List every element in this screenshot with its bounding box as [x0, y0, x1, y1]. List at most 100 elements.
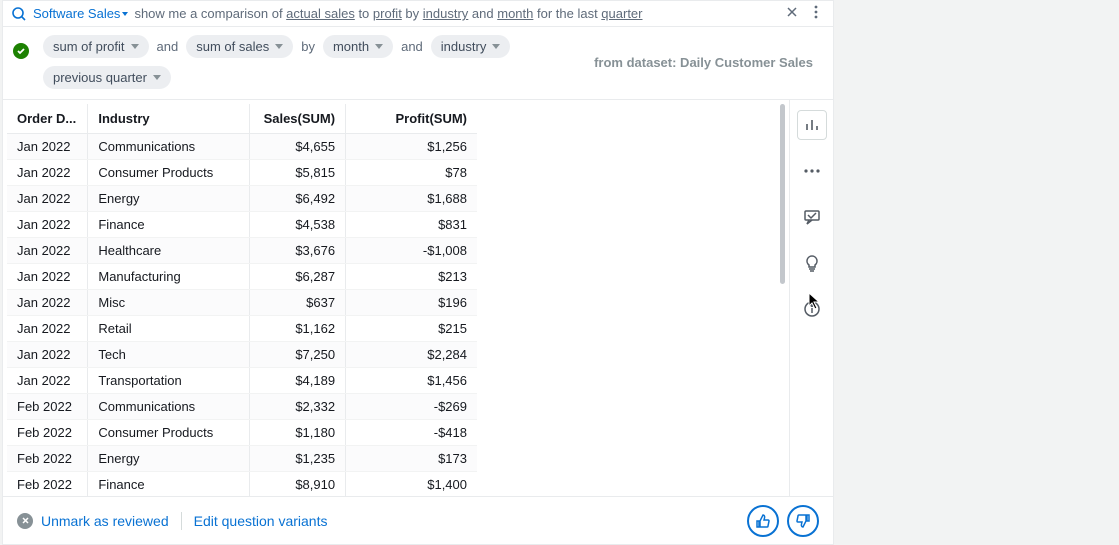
cell-profit: $2,284 — [346, 342, 477, 368]
table-row[interactable]: Jan 2022Finance$4,538$831 — [7, 212, 477, 238]
cell-sales: $4,189 — [250, 368, 346, 394]
clear-query-button[interactable] — [783, 5, 801, 22]
unmark-reviewed-link[interactable]: Unmark as reviewed — [41, 513, 169, 529]
col-industry[interactable]: Industry — [88, 104, 250, 134]
cell-profit: -$269 — [346, 394, 477, 420]
chevron-down-icon — [122, 12, 128, 16]
cell-industry: Energy — [88, 446, 250, 472]
cell-sales: $3,676 — [250, 238, 346, 264]
cell-sales: $6,287 — [250, 264, 346, 290]
table-row[interactable]: Jan 2022Misc$637$196 — [7, 290, 477, 316]
chevron-down-icon — [275, 44, 283, 49]
table-row[interactable]: Feb 2022Finance$8,910$1,400 — [7, 472, 477, 497]
divider — [181, 512, 182, 530]
chevron-down-icon — [153, 75, 161, 80]
interpretation-bar: sum of profit and sum of sales by month … — [3, 27, 833, 100]
answer-panel: Software Sales show me a comparison of a… — [2, 0, 834, 545]
feedback-button[interactable] — [797, 202, 827, 232]
table-row[interactable]: Jan 2022Communications$4,655$1,256 — [7, 134, 477, 160]
cell-industry: Communications — [88, 394, 250, 420]
cell-order-date: Jan 2022 — [7, 264, 88, 290]
review-footer: Unmark as reviewed Edit question variant… — [3, 496, 833, 544]
pill-industry[interactable]: industry — [431, 35, 511, 58]
cell-sales: $6,492 — [250, 186, 346, 212]
cell-sales: $8,910 — [250, 472, 346, 497]
unmark-icon — [17, 513, 33, 529]
cell-profit: -$1,008 — [346, 238, 477, 264]
answer-content: Order D... Industry Sales(SUM) Profit(SU… — [3, 100, 833, 496]
insights-button[interactable] — [797, 248, 827, 278]
cell-order-date: Feb 2022 — [7, 446, 88, 472]
cell-order-date: Jan 2022 — [7, 186, 88, 212]
table-row[interactable]: Feb 2022Consumer Products$1,180-$418 — [7, 420, 477, 446]
col-sales[interactable]: Sales(SUM) — [250, 104, 346, 134]
word-and2: and — [401, 39, 423, 54]
chevron-down-icon — [375, 44, 383, 49]
col-profit[interactable]: Profit(SUM) — [346, 104, 477, 134]
cell-industry: Consumer Products — [88, 420, 250, 446]
cell-industry: Manufacturing — [88, 264, 250, 290]
cell-industry: Communications — [88, 134, 250, 160]
cell-profit: $831 — [346, 212, 477, 238]
cell-sales: $1,235 — [250, 446, 346, 472]
cell-order-date: Jan 2022 — [7, 134, 88, 160]
cell-profit: $213 — [346, 264, 477, 290]
table-row[interactable]: Jan 2022Transportation$4,189$1,456 — [7, 368, 477, 394]
cell-industry: Transportation — [88, 368, 250, 394]
query-bar: Software Sales show me a comparison of a… — [3, 1, 833, 27]
cell-profit: -$418 — [346, 420, 477, 446]
table-row[interactable]: Jan 2022Consumer Products$5,815$78 — [7, 160, 477, 186]
pill-sum-profit[interactable]: sum of profit — [43, 35, 149, 58]
cell-sales: $2,332 — [250, 394, 346, 420]
cell-order-date: Jan 2022 — [7, 238, 88, 264]
table-row[interactable]: Feb 2022Energy$1,235$173 — [7, 446, 477, 472]
pill-previous-quarter[interactable]: previous quarter — [43, 66, 171, 89]
nlq-input[interactable]: show me a comparison of actual sales to … — [134, 6, 777, 21]
cell-profit: $1,256 — [346, 134, 477, 160]
more-options-button[interactable] — [797, 156, 827, 186]
table-header-row: Order D... Industry Sales(SUM) Profit(SU… — [7, 104, 477, 134]
chevron-down-icon — [492, 44, 500, 49]
pill-sum-sales[interactable]: sum of sales — [186, 35, 293, 58]
table-row[interactable]: Jan 2022Healthcare$3,676-$1,008 — [7, 238, 477, 264]
cell-industry: Healthcare — [88, 238, 250, 264]
table-row[interactable]: Jan 2022Energy$6,492$1,688 — [7, 186, 477, 212]
cell-industry: Misc — [88, 290, 250, 316]
cell-order-date: Feb 2022 — [7, 472, 88, 497]
cell-sales: $5,815 — [250, 160, 346, 186]
cell-industry: Tech — [88, 342, 250, 368]
table-row[interactable]: Jan 2022Tech$7,250$2,284 — [7, 342, 477, 368]
cell-profit: $1,456 — [346, 368, 477, 394]
cell-sales: $4,538 — [250, 212, 346, 238]
pill-month[interactable]: month — [323, 35, 393, 58]
cell-profit: $1,688 — [346, 186, 477, 212]
more-menu-button[interactable] — [807, 5, 825, 22]
table-scroll-area[interactable]: Order D... Industry Sales(SUM) Profit(SU… — [3, 100, 779, 496]
cell-industry: Energy — [88, 186, 250, 212]
cell-sales: $4,655 — [250, 134, 346, 160]
q-logo-icon — [11, 6, 27, 22]
cell-order-date: Jan 2022 — [7, 160, 88, 186]
table-row[interactable]: Jan 2022Retail$1,162$215 — [7, 316, 477, 342]
cell-industry: Retail — [88, 316, 250, 342]
change-visual-type-button[interactable] — [797, 110, 827, 140]
cell-order-date: Jan 2022 — [7, 290, 88, 316]
cell-sales: $7,250 — [250, 342, 346, 368]
cell-order-date: Jan 2022 — [7, 212, 88, 238]
chevron-down-icon — [131, 44, 139, 49]
edit-variants-link[interactable]: Edit question variants — [194, 513, 328, 529]
col-order-date[interactable]: Order D... — [7, 104, 88, 134]
cell-order-date: Jan 2022 — [7, 368, 88, 394]
table-row[interactable]: Feb 2022Communications$2,332-$269 — [7, 394, 477, 420]
topic-selector[interactable]: Software Sales — [33, 6, 128, 21]
word-by: by — [301, 39, 315, 54]
cell-profit: $1,400 — [346, 472, 477, 497]
info-button[interactable] — [797, 294, 827, 324]
vertical-scrollbar[interactable] — [779, 100, 787, 496]
thumbs-up-button[interactable] — [747, 505, 779, 537]
cell-profit: $173 — [346, 446, 477, 472]
table-row[interactable]: Jan 2022Manufacturing$6,287$213 — [7, 264, 477, 290]
cell-order-date: Feb 2022 — [7, 394, 88, 420]
cell-profit: $196 — [346, 290, 477, 316]
thumbs-down-button[interactable] — [787, 505, 819, 537]
